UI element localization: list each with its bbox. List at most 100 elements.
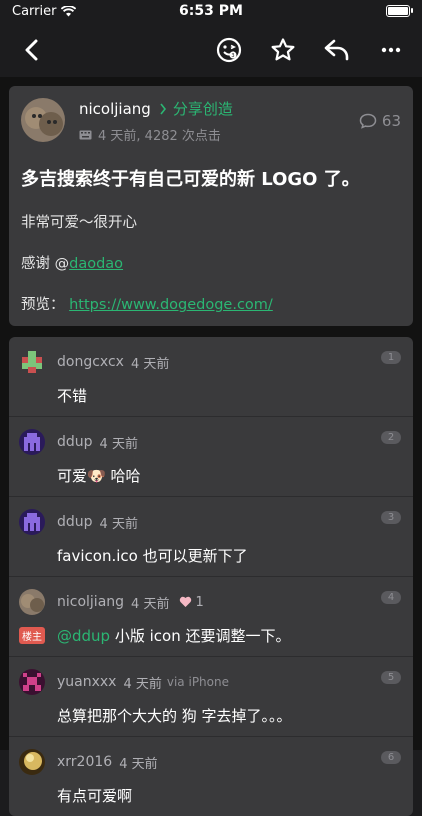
reply-header: xrr2016 4 天前 bbox=[19, 749, 403, 776]
comment-bubble-icon bbox=[359, 113, 377, 129]
reply-header: ddup 4 天前 bbox=[19, 509, 403, 536]
floor-badge: 4 bbox=[381, 591, 401, 605]
reply-time: 4 天前 bbox=[131, 596, 170, 612]
reply-content: 有点可爱啊 bbox=[57, 787, 133, 806]
nav-bar: 3 bbox=[0, 22, 422, 77]
heart-icon bbox=[180, 597, 192, 608]
reply-text: 小版 icon 还要调整一下。 bbox=[110, 627, 291, 646]
topic-time-views: 4 天前, 4282 次点击 bbox=[98, 129, 221, 144]
like-count-value: 1 bbox=[195, 594, 204, 610]
svg-text:3: 3 bbox=[231, 53, 234, 59]
node-name: 分享创造 bbox=[172, 100, 233, 118]
floor-badge: 5 bbox=[381, 671, 401, 685]
pixel-avatar-image bbox=[19, 349, 45, 376]
mention-link[interactable]: @ddup bbox=[57, 627, 110, 645]
smiley-icon: 3 bbox=[216, 37, 242, 62]
topic-stats: 4 天前, 4282 次点击 bbox=[79, 125, 359, 144]
reply-time: 4 天前 bbox=[123, 676, 162, 692]
reply-content: @ddup 小版 icon 还要调整一下。 bbox=[57, 625, 403, 646]
reply-username[interactable]: xrr2016 bbox=[57, 754, 112, 770]
reply-header: dongcxcx 4 天前 bbox=[19, 349, 403, 376]
topic-meta: nicoljiang 分享创造 4 天前, 4282 次点击 bbox=[79, 98, 359, 145]
topic-title: 多吉搜索终于有自己可爱的新 LOGO 了。 bbox=[21, 169, 360, 190]
reply-time: 4 天前 bbox=[130, 356, 170, 372]
pixel-avatar-image bbox=[19, 509, 45, 536]
keyboard-icon bbox=[79, 130, 92, 139]
reply-username[interactable]: ddup bbox=[57, 434, 93, 450]
more-button[interactable] bbox=[376, 35, 406, 65]
reply-username[interactable]: dongcxcx bbox=[57, 354, 124, 370]
topic-body-line1: 非常可爱～很开心 bbox=[21, 215, 137, 232]
reply-avatar[interactable] bbox=[19, 349, 45, 376]
reply-avatar[interactable] bbox=[19, 509, 45, 536]
author-avatar[interactable] bbox=[21, 98, 65, 142]
favorite-button[interactable] bbox=[268, 35, 298, 65]
reply-icon bbox=[324, 39, 349, 60]
reply-source: via iPhone bbox=[166, 675, 229, 690]
back-button[interactable] bbox=[16, 35, 46, 65]
topic-body-thanks: 感谢 @daodao bbox=[21, 252, 401, 273]
reply-content: favicon.ico 也可以更新下了 bbox=[57, 547, 248, 566]
reply-username[interactable]: ddup bbox=[57, 514, 93, 530]
photo-avatar-image bbox=[19, 749, 45, 776]
chevron-left-icon bbox=[25, 39, 38, 60]
carrier-label: Carrier bbox=[12, 3, 57, 19]
author-name[interactable]: nicoljiang bbox=[79, 100, 151, 118]
floor-badge: 1 bbox=[381, 351, 401, 365]
reply-item[interactable]: yuanxxx 4 天前 via iPhone 5 总算把那个大大的 狗 字去掉… bbox=[9, 657, 413, 738]
op-badge: 楼主 bbox=[19, 627, 45, 645]
node-link[interactable]: 分享创造 bbox=[159, 98, 233, 119]
cat-avatar-image bbox=[19, 589, 45, 616]
reply-button[interactable] bbox=[322, 35, 352, 65]
nav-actions: 3 bbox=[214, 35, 406, 65]
reply-username[interactable]: yuanxxx bbox=[57, 674, 116, 690]
reply-count: 63 bbox=[359, 112, 401, 130]
reply-item[interactable]: xrr2016 4 天前 6 有点可爱啊 bbox=[9, 737, 413, 816]
reply-list: dongcxcx 4 天前 1 不错 ddup 4 天前 2 可爱🐶 哈哈 dd… bbox=[9, 337, 413, 816]
like-count[interactable]: 1 bbox=[179, 594, 204, 610]
more-icon bbox=[381, 47, 401, 52]
reply-count-value: 63 bbox=[381, 112, 401, 130]
status-left: Carrier bbox=[12, 3, 77, 19]
thanks-text: 感谢 bbox=[21, 256, 55, 273]
star-icon bbox=[271, 37, 295, 60]
topic-body-preview: 预览： https://www.dogedoge.com/ bbox=[21, 293, 401, 314]
floor-badge: 3 bbox=[381, 511, 401, 525]
preview-url-link[interactable]: https://www.dogedoge.com/ bbox=[69, 297, 273, 313]
reply-content: 不错 bbox=[57, 387, 88, 406]
reply-avatar[interactable] bbox=[19, 749, 45, 776]
author-line: nicoljiang 分享创造 bbox=[79, 98, 359, 119]
reply-avatar[interactable] bbox=[19, 669, 45, 696]
reply-header: nicoljiang 4 天前 1 bbox=[19, 589, 403, 616]
reply-content: 可爱🐶 哈哈 bbox=[57, 467, 141, 486]
topic-card: nicoljiang 分享创造 4 天前, 4282 次点击 63 多吉搜索终于… bbox=[9, 86, 413, 327]
chevron-right-icon bbox=[160, 103, 166, 114]
wifi-icon bbox=[61, 5, 77, 16]
reply-content: 总算把那个大大的 狗 字去掉了。。。 bbox=[57, 707, 292, 726]
floor-badge: 2 bbox=[381, 431, 401, 445]
reply-time: 4 天前 bbox=[99, 436, 138, 452]
mention-at: @ bbox=[54, 256, 70, 273]
pixel-avatar-image bbox=[19, 669, 45, 696]
reply-username[interactable]: nicoljiang bbox=[57, 594, 124, 610]
reply-header: yuanxxx 4 天前 via iPhone bbox=[19, 669, 403, 696]
reply-time: 4 天前 bbox=[99, 516, 138, 532]
status-bar: Carrier 6:53 PM bbox=[0, 0, 422, 22]
mention-link[interactable]: daodao bbox=[69, 256, 123, 272]
reply-header: ddup 4 天前 bbox=[19, 429, 403, 456]
preview-label: 预览： bbox=[21, 297, 70, 314]
emoji-button[interactable]: 3 bbox=[214, 35, 244, 65]
reply-item[interactable]: ddup 4 天前 3 favicon.ico 也可以更新下了 bbox=[9, 497, 413, 578]
reply-avatar[interactable] bbox=[19, 429, 45, 456]
floor-badge: 6 bbox=[381, 751, 401, 765]
reply-time: 4 天前 bbox=[119, 756, 158, 772]
reply-avatar[interactable] bbox=[19, 589, 45, 616]
reply-item[interactable]: ddup 4 天前 2 可爱🐶 哈哈 bbox=[9, 417, 413, 498]
pixel-avatar-image bbox=[19, 429, 45, 456]
topic-header: nicoljiang 分享创造 4 天前, 4282 次点击 63 bbox=[21, 98, 401, 144]
battery-icon bbox=[386, 5, 413, 17]
topic-content: nicoljiang 分享创造 4 天前, 4282 次点击 63 多吉搜索终于… bbox=[0, 77, 422, 816]
reply-item[interactable]: nicoljiang 4 天前 1 楼主 4 @ddup 小版 icon 还要调… bbox=[9, 577, 413, 658]
cat-avatar-image bbox=[21, 98, 65, 142]
reply-item[interactable]: dongcxcx 4 天前 1 不错 bbox=[9, 337, 413, 418]
